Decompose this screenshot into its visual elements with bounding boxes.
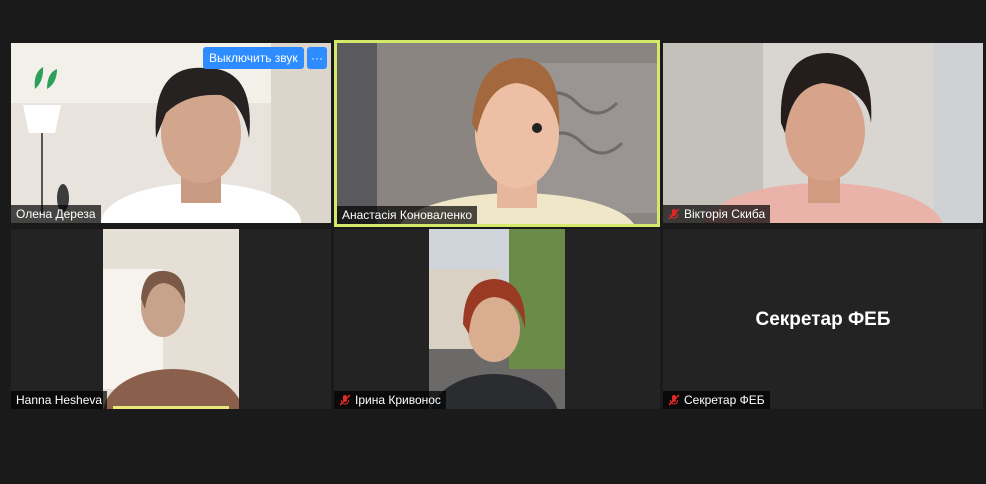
participant-name: Анастасія Коноваленко [342, 208, 473, 222]
video-tile-secretar[interactable]: Секретар ФЕБ Секретар ФЕБ [663, 229, 983, 409]
participant-name-label: Олена Дереза [11, 205, 101, 223]
video-tile-viktoriia[interactable]: Вікторія Скиба [663, 43, 983, 223]
muted-microphone-icon [668, 208, 680, 220]
participant-name-label: Hanna Hesheva [11, 391, 108, 409]
participant-video [663, 43, 983, 223]
audio-level-bar [113, 406, 229, 409]
participant-video [429, 229, 565, 409]
participant-video [337, 43, 657, 224]
participant-name: Ірина Кривонос [355, 393, 441, 407]
participant-name: Олена Дереза [16, 207, 96, 221]
participant-name-label: Вікторія Скиба [663, 205, 771, 223]
video-tile-hanna[interactable]: Hanna Hesheva [11, 229, 331, 409]
participant-name-label: Ірина Кривонос [334, 391, 446, 409]
participant-video [11, 43, 331, 223]
video-tile-olena[interactable]: Олена Дереза Выключить звук ··· [11, 43, 331, 223]
video-tile-iryna[interactable]: Ірина Кривонос [334, 229, 660, 409]
participant-name: Вікторія Скиба [684, 207, 766, 221]
mute-participant-button[interactable]: Выключить звук [203, 47, 304, 69]
participant-name: Hanna Hesheva [16, 393, 103, 407]
participant-video [103, 229, 239, 409]
more-options-button[interactable]: ··· [307, 47, 327, 69]
participant-name-display: Секретар ФЕБ [755, 309, 891, 330]
participant-name: Секретар ФЕБ [684, 393, 765, 407]
participant-name-label: Анастасія Коноваленко [337, 206, 478, 224]
video-tile-anastasiia[interactable]: Анастасія Коноваленко [334, 40, 660, 227]
muted-microphone-icon [668, 394, 680, 406]
participant-name-label: Секретар ФЕБ [663, 391, 770, 409]
muted-microphone-icon [339, 394, 351, 406]
